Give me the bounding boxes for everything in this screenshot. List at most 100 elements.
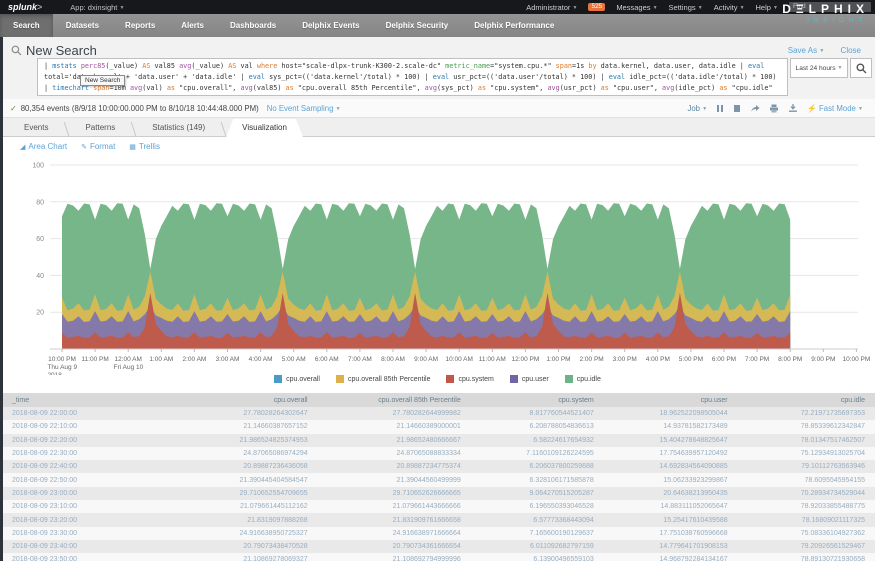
legend-label: cpu.idle [577,376,601,383]
query-segment: host= [277,62,302,70]
cell-value: 78.89130721930658 [738,553,875,561]
nav-item-alerts[interactable]: Alerts [168,14,217,37]
legend-item-cpu-overall[interactable]: cpu.overall [274,375,320,383]
table-row[interactable]: 2018-08-09 23:30:0024.91663895072532724.… [0,527,875,540]
job-menu[interactable]: Job ▼ [687,104,707,113]
column-header-cpu-overall[interactable]: cpu.overall [184,393,318,407]
cell-time: 2018-08-09 22:30:00 [0,447,184,460]
query-segment: sys_pct=(('data.kernel'/total) * 100) | [265,73,433,81]
column-header-time[interactable]: _time [0,393,184,407]
chart-type-button[interactable]: ◢Area Chart [20,142,67,151]
nav-item-search[interactable]: Search [0,14,53,37]
query-segment: span [556,62,572,70]
table-row[interactable]: 2018-08-09 22:40:0020.8988723643605820.8… [0,460,875,473]
visualization-panel: ◢Area Chart ✎Format ▦Trellis 20406080100… [0,137,875,561]
close-button[interactable]: Close [841,46,861,55]
legend-label: cpu.user [522,376,549,383]
cell-value: 24.916638950725327 [184,527,318,540]
cell-value: 6.57773368443094 [471,513,604,526]
messages-badge: 525 [588,3,605,11]
run-search-button[interactable] [850,58,872,78]
x-axis-label: 8:00 AM [381,356,405,363]
legend-item-cpu-overall-85th-percentile[interactable]: cpu.overall 85th Percentile [336,375,431,383]
table-row[interactable]: 2018-08-09 23:00:0029.71065255470965529.… [0,487,875,500]
query-segment: avg [179,62,191,70]
column-header-cpu-user[interactable]: cpu.user [604,393,738,407]
table-row[interactable]: 2018-08-09 23:50:0021.1086927806932721.1… [0,553,875,561]
cell-value: 14.968792284134167 [604,553,738,561]
user-menu[interactable]: Administrator ▼ [526,3,577,12]
nav-item-delphix-performance[interactable]: Delphix Performance [461,14,567,37]
app-nav-bar: SearchDatasetsReportsAlertsDashboardsDel… [0,14,875,37]
cell-value: 27.780282644999982 [318,407,471,420]
x-axis-label: 6:00 PM [712,356,736,363]
cpu-area-chart[interactable]: 2040608010010:00 PMThu Aug 9201811:00 PM… [0,155,875,375]
trellis-button[interactable]: ▦Trellis [129,142,160,151]
legend-item-cpu-system[interactable]: cpu.system [446,375,493,383]
nav-item-datasets[interactable]: Datasets [53,14,112,37]
stop-icon[interactable] [733,104,741,113]
legend-label: cpu.overall [286,376,320,383]
tab-events[interactable]: Events [8,119,64,136]
legend-item-cpu-idle[interactable]: cpu.idle [565,375,601,383]
column-header-cpu-system[interactable]: cpu.system [471,393,604,407]
x-axis-label: 4:00 PM [646,356,670,363]
column-header-cpu-overall-85th-percentile[interactable]: cpu.overall 85th Percentile [318,393,471,407]
messages-menu[interactable]: Messages ▼ [616,3,657,12]
pause-icon[interactable] [716,104,724,113]
cell-value: 78.6095545954155 [738,473,875,486]
app-menu[interactable]: App: dxinsight ▼ [70,3,124,12]
table-row[interactable]: 2018-08-09 23:20:0021.831909788826821.83… [0,513,875,526]
nav-item-reports[interactable]: Reports [112,14,168,37]
activity-menu[interactable]: Activity ▼ [714,3,745,12]
page-title: New Search [26,43,97,58]
share-icon[interactable] [750,104,760,113]
tab-visualization[interactable]: Visualization [226,119,303,137]
column-header-cpu-idle[interactable]: cpu.idle [738,393,875,407]
export-icon[interactable] [788,104,798,113]
format-button[interactable]: ✎Format [81,142,115,151]
legend-swatch [274,375,282,383]
x-axis-label: 6:00 AM [315,356,339,363]
query-segment: "cpu.user" [613,84,654,92]
time-range-picker[interactable]: Last 24 hours▼ [790,58,848,78]
table-row[interactable]: 2018-08-09 22:50:0021.39044540458454721.… [0,473,875,486]
y-axis-label: 40 [36,273,44,280]
table-row[interactable]: 2018-08-09 22:30:0024.8706508697429424.8… [0,447,875,460]
cell-value: 21.14660389000001 [318,420,471,433]
query-segment: avg [425,84,437,92]
save-as-menu[interactable]: Save As ▼ [788,46,825,55]
table-row[interactable]: 2018-08-09 22:10:0021.1466038765715221.1… [0,420,875,433]
search-mode-menu[interactable]: ⚡ Fast Mode ▼ [807,104,863,113]
area-chart-icon: ◢ [20,144,25,151]
table-row[interactable]: 2018-08-09 23:10:0021.07966144511216221.… [0,500,875,513]
settings-menu[interactable]: Settings ▼ [669,3,703,12]
help-menu[interactable]: Help ▼ [756,3,778,12]
cell-time: 2018-08-09 22:20:00 [0,434,184,447]
tab-patterns[interactable]: Patterns [69,119,131,136]
cell-value: 6.58224617654932 [471,434,604,447]
search-query-input[interactable]: | mstats perc85(_value) AS val85 avg(_va… [37,58,788,96]
chart-legend: cpu.overall cpu.overall 85th Percentile cp… [0,375,875,383]
query-segment: "scale-dlpx-trunk-K300-2.scale-dc" [302,62,441,70]
cell-time: 2018-08-09 22:50:00 [0,473,184,486]
nav-item-delphix-events[interactable]: Delphix Events [289,14,372,37]
x-axis-label: 8:00 PM [778,356,802,363]
print-icon[interactable] [769,104,779,113]
results-tabs: Events Patterns Statistics (149) Visualizat… [0,118,875,137]
table-row[interactable]: 2018-08-09 22:20:0021.98652482537495321.… [0,434,875,447]
cell-value: 21.39044560499999 [318,473,471,486]
nav-item-delphix-security[interactable]: Delphix Security [373,14,462,37]
cell-time: 2018-08-09 23:40:00 [0,540,184,553]
table-row[interactable]: 2018-08-09 23:40:0020.7907343847052820.7… [0,540,875,553]
cell-value: 7.1160109126224595 [471,447,604,460]
nav-item-dashboards[interactable]: Dashboards [217,14,289,37]
table-row[interactable]: 2018-08-09 22:00:0027.7802826430264727.7… [0,407,875,420]
legend-item-cpu-user[interactable]: cpu.user [510,375,549,383]
splunk-logo[interactable]: splunk> [8,2,42,12]
event-sampling-menu[interactable]: No Event Sampling ▼ [267,104,341,113]
tab-statistics-149[interactable]: Statistics (149) [136,119,221,136]
cell-value: 21.8319097888268 [184,513,318,526]
cell-value: 21.98652480666667 [318,434,471,447]
splunk-app-window: splunk> App: dxinsight ▼ Administrator ▼… [0,0,875,561]
